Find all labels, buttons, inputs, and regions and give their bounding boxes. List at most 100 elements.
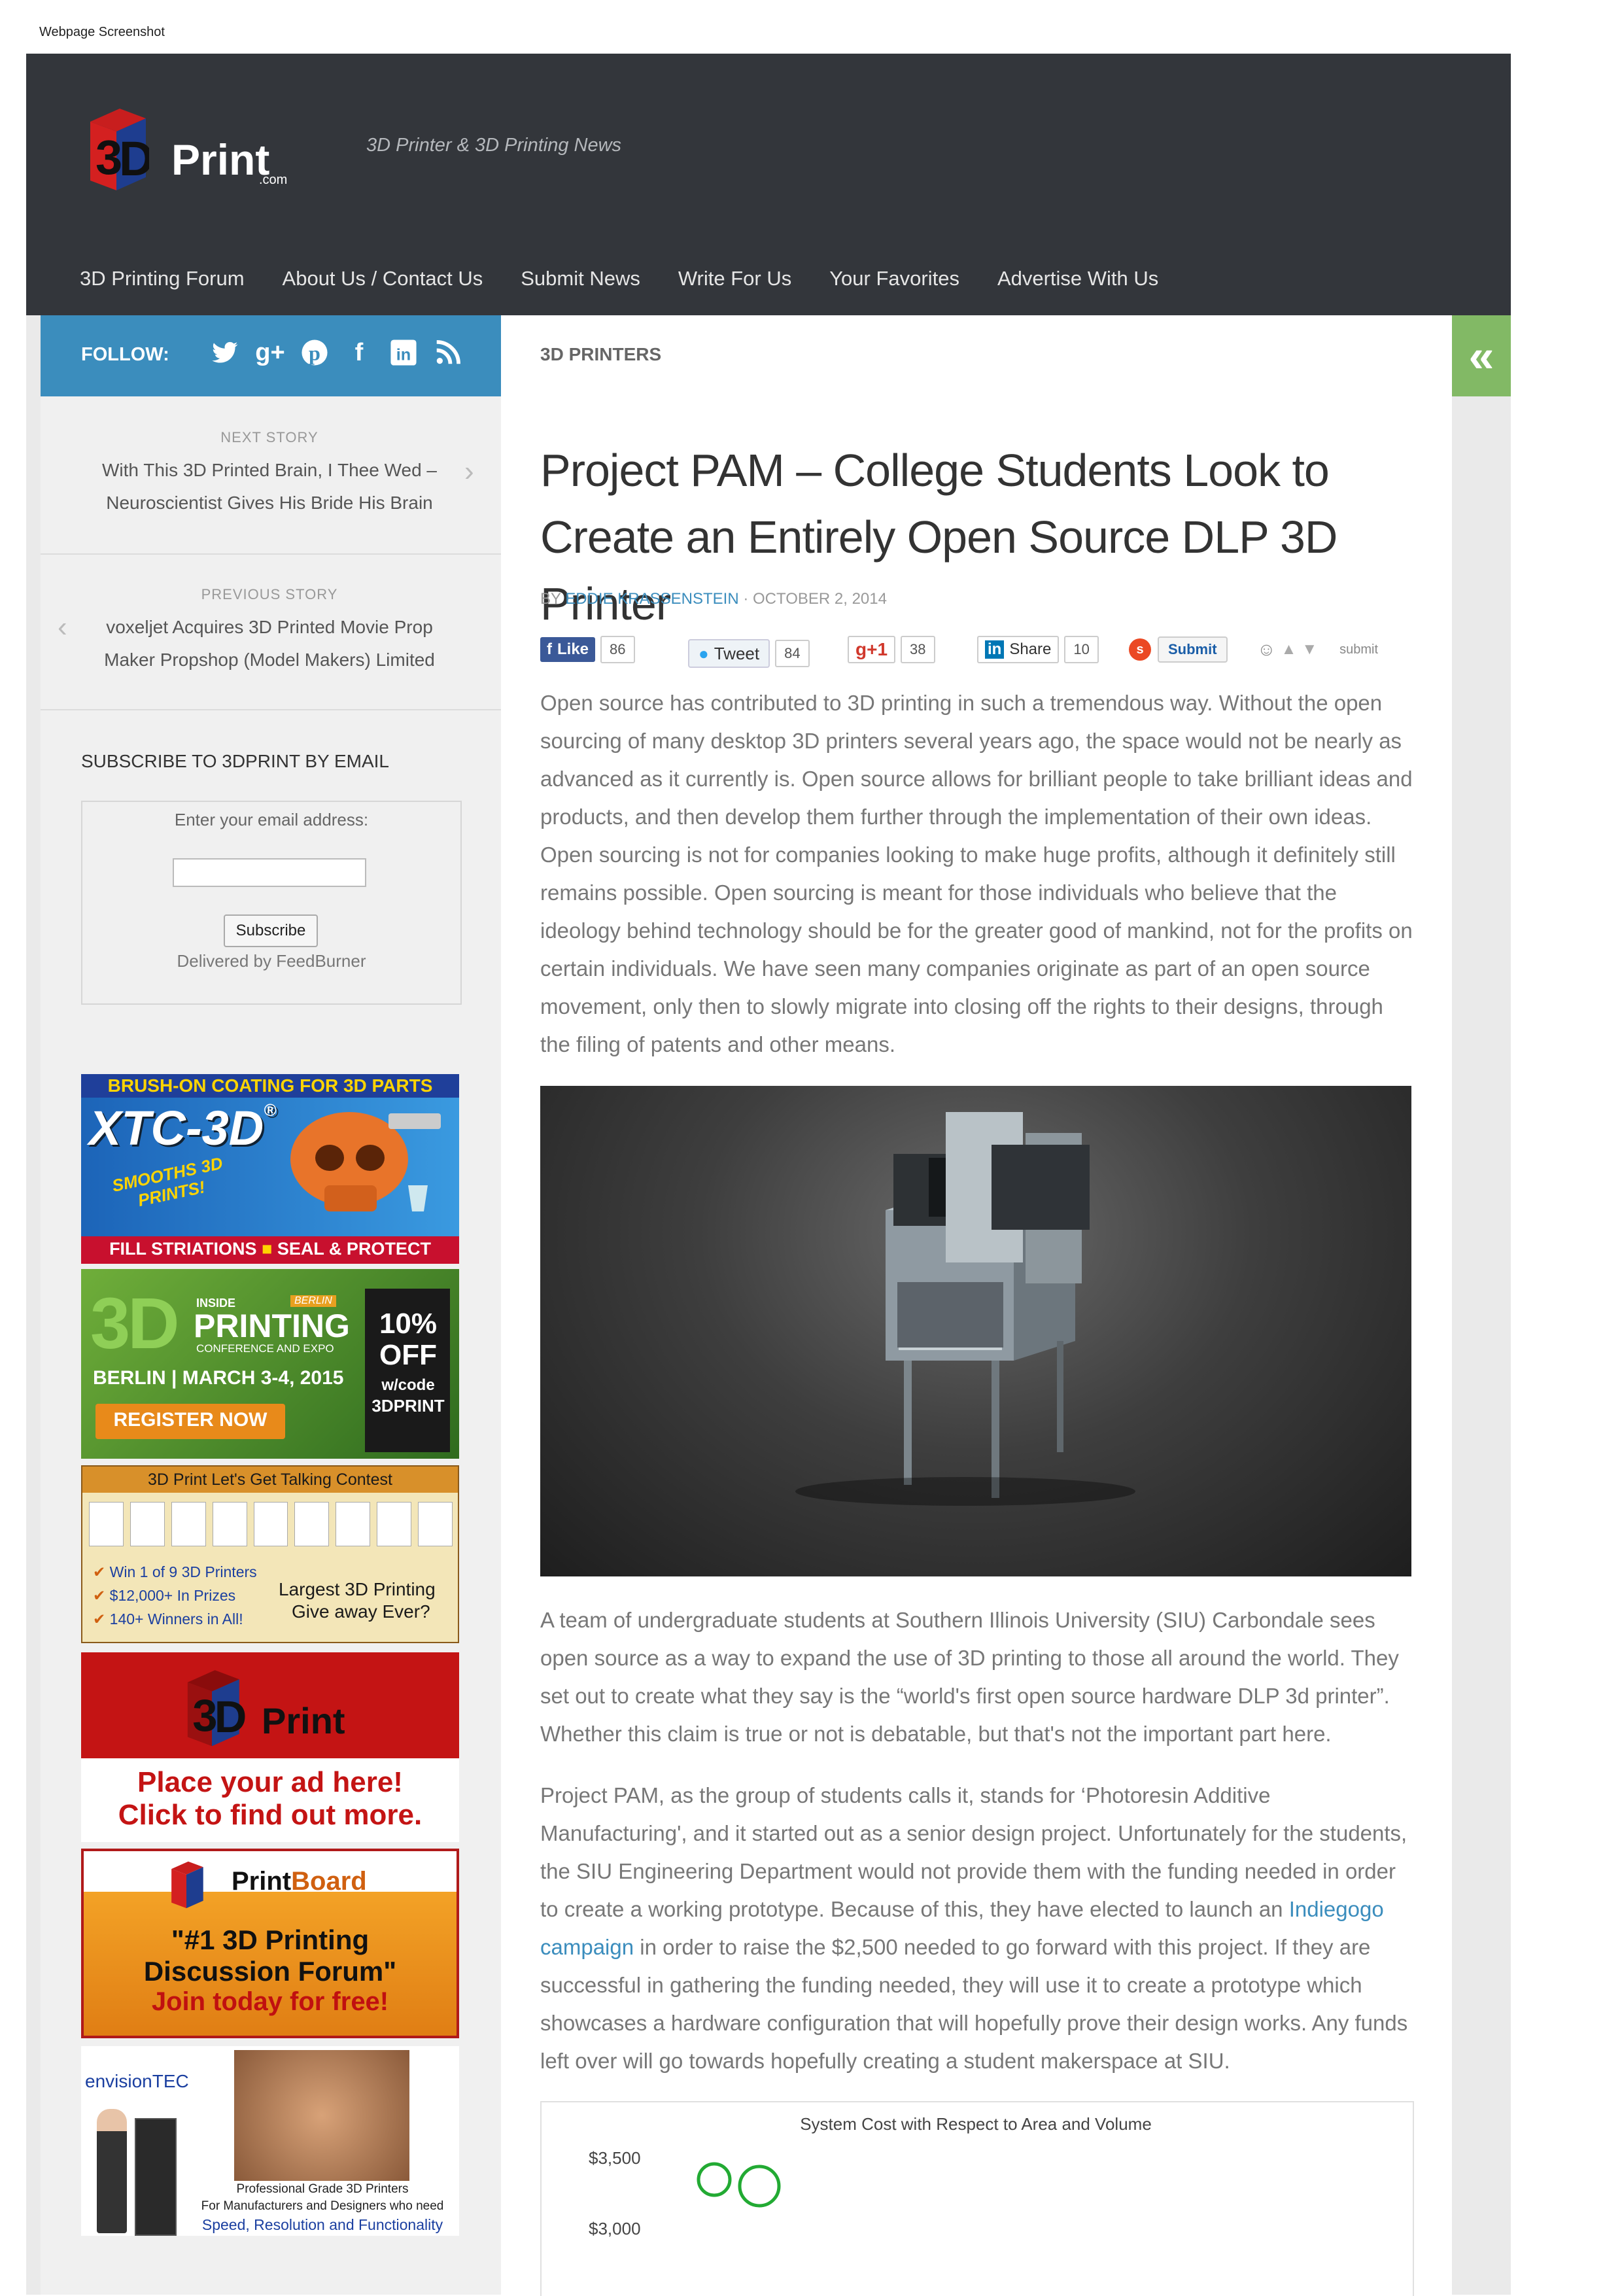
tweet-count: 84 — [775, 640, 810, 667]
site-tagline: 3D Printer & 3D Printing News — [366, 135, 622, 156]
dlp-printer-image — [795, 1112, 1135, 1506]
reddit-icon: ☺ — [1257, 639, 1276, 659]
byline: BY EDDIE KRASSENSTEIN · OCTOBER 2, 2014 — [540, 590, 887, 608]
google-plus-button[interactable]: g+1 38 — [848, 636, 935, 663]
nav-item-favorites[interactable]: Your Favorites — [829, 267, 959, 300]
prev-story-link[interactable]: voxeljet Acquires 3D Printed Movie Prop … — [99, 611, 440, 676]
ad-printboard-line3: Join today for free! — [151, 1987, 389, 2016]
ad-printboard-line1: "#1 3D Printing — [171, 1924, 370, 1955]
ad-place-line1: Place your ad here! — [137, 1766, 403, 1798]
nav-item-advertise[interactable]: Advertise With Us — [997, 267, 1158, 300]
svg-text:3: 3 — [95, 130, 122, 184]
nav-item-about[interactable]: About Us / Contact Us — [283, 267, 483, 300]
chart-title: System Cost with Respect to Area and Vol… — [800, 2114, 1152, 2134]
subscribe-title: SUBSCRIBE TO 3DPRINT BY EMAIL — [81, 751, 389, 771]
stumbleupon-submit-button[interactable]: s Submit — [1129, 636, 1228, 663]
downvote-icon: ▼ — [1302, 640, 1318, 658]
svg-text:p: p — [309, 341, 320, 365]
prev-story-label: PREVIOUS STORY — [201, 586, 338, 602]
stumbleupon-icon: s — [1129, 638, 1151, 661]
divider — [41, 553, 501, 555]
next-story-label: NEXT STORY — [220, 429, 319, 445]
ad-berlin-printing: PRINTING — [194, 1308, 350, 1344]
ad-printboard-logo-icon — [171, 1861, 203, 1909]
follow-label: FOLLOW: — [81, 344, 169, 365]
skull-icon — [290, 1112, 441, 1211]
ad-contest-title: 3D Print Let's Get Talking Contest — [148, 1470, 392, 1489]
svg-text:D: D — [215, 1692, 247, 1742]
ad-berlin-conf: CONFERENCE AND EXPO — [196, 1342, 334, 1355]
rss-icon[interactable] — [433, 338, 463, 368]
ad-env-line3: Speed, Resolution and Functionality — [201, 2216, 443, 2233]
twitter-icon[interactable] — [211, 338, 241, 368]
ad-berlin-register: REGISTER NOW — [113, 1409, 267, 1431]
ad-contest[interactable]: 3D Print Let's Get Talking Contest ✔ Win… — [81, 1465, 459, 1643]
share-bar: f Like 86 ● Tweet 84 g+1 38 in Share 10 s S… — [540, 636, 1410, 669]
subscribe-button[interactable]: Subscribe — [224, 914, 318, 947]
linkedin-share-button[interactable]: in Share 10 — [977, 636, 1099, 663]
ad-contest-line3: ✔ 140+ Winners in All! — [93, 1610, 243, 1627]
ad-inside-3d-printing[interactable]: 3D INSIDE BERLIN PRINTING CONFERENCE AND… — [81, 1269, 459, 1459]
ad-berlin-code2: 3DPRINT — [371, 1396, 445, 1416]
article-paragraph-2: A team of undergraduate students at Sout… — [540, 1608, 1399, 1746]
chart-marker — [697, 2162, 732, 2197]
ad-env-brand: envisionTEC — [85, 2071, 189, 2091]
ad-env-line1: Professional Grade 3D Printers — [236, 2182, 409, 2196]
site-logo-icon[interactable]: 3 D — [84, 102, 149, 194]
page-caption: Webpage Screenshot — [39, 25, 165, 39]
social-links: g+ p f in — [211, 338, 463, 368]
ad-contest-right2: Give away Ever? — [292, 1601, 430, 1622]
upvote-icon: ▲ — [1281, 640, 1297, 658]
twitter-icon: ● — [699, 643, 709, 663]
ad-xtc-brand: XTC-3D® — [89, 1100, 277, 1155]
nav-item-write-for-us[interactable]: Write For Us — [678, 267, 791, 300]
nav-item-submit-news[interactable]: Submit News — [521, 267, 640, 300]
pinterest-icon[interactable]: p — [300, 338, 330, 368]
ad-env-person — [97, 2109, 127, 2233]
sidebar-toggle-icon[interactable]: « — [1452, 315, 1511, 396]
ad-xtc-bottom: FILL STRIATIONS ■ SEAL & PROTECT — [109, 1239, 431, 1259]
linkedin-icon: in — [985, 640, 1005, 659]
svg-text:in: in — [396, 346, 411, 364]
ad-3dprint-logo-icon: 3 D — [187, 1670, 247, 1747]
ad-place-logo: Print — [262, 1700, 345, 1741]
chart-marker — [738, 2165, 781, 2208]
chevron-right-icon[interactable]: › — [464, 455, 474, 488]
ad-contest-right1: Largest 3D Printing — [279, 1579, 436, 1599]
facebook-like-count: 86 — [600, 636, 635, 663]
site-logo-text[interactable]: Print — [171, 135, 269, 184]
reddit-submit-button[interactable]: ☺ ▲ ▼ submit — [1257, 636, 1378, 663]
ad-xtc-top: BRUSH-ON COATING FOR 3D PARTS — [107, 1075, 433, 1096]
ad-printboard[interactable]: PrintBoard "#1 3D Printing Discussion Fo… — [81, 1849, 459, 2038]
ad-contest-line1: ✔ Win 1 of 9 3D Printers — [93, 1563, 257, 1580]
chevron-left-icon[interactable]: ‹ — [58, 611, 67, 644]
linkedin-count: 10 — [1064, 636, 1099, 663]
ad-contest-printers — [89, 1502, 453, 1546]
main-nav: 3D Printing Forum About Us / Contact Us … — [80, 267, 1196, 300]
svg-text:3: 3 — [192, 1690, 217, 1741]
email-field[interactable] — [173, 858, 366, 887]
linkedin-icon[interactable]: in — [388, 338, 419, 368]
google-plus-icon[interactable]: g+ — [255, 338, 285, 368]
y-tick-label: $3,000 — [589, 2219, 641, 2238]
y-tick-label: $3,500 — [589, 2148, 641, 2168]
ad-berlin-3d: 3D — [90, 1283, 180, 1364]
google-plus-count: 38 — [901, 636, 935, 663]
ad-envisiontec[interactable]: envisionTEC Professional Grade 3D Printe… — [81, 2046, 459, 2236]
feedburner-credit: Delivered by FeedBurner — [177, 951, 366, 971]
ad-printboard-line2: Discussion Forum" — [143, 1956, 397, 1987]
ad-berlin-dates: BERLIN | MARCH 3-4, 2015 — [93, 1367, 344, 1389]
chart-plot-area — [697, 2162, 781, 2208]
tweet-button[interactable]: ● Tweet 84 — [688, 639, 810, 668]
article-image — [540, 1086, 1411, 1576]
breadcrumb[interactable]: 3D PRINTERS — [540, 344, 661, 365]
next-story-link[interactable]: With This 3D Printed Brain, I Thee Wed –… — [99, 454, 440, 519]
facebook-like-button[interactable]: f Like 86 — [540, 636, 635, 663]
facebook-icon: f — [547, 640, 552, 658]
nav-item-forum[interactable]: 3D Printing Forum — [80, 267, 245, 300]
facebook-icon[interactable]: f — [344, 338, 374, 368]
author-link[interactable]: EDDIE KRASSENSTEIN — [565, 590, 738, 608]
subscribe-box — [81, 801, 462, 1005]
ad-place-your-ad[interactable]: 3 D Print Place your ad here! Click to f… — [81, 1652, 459, 1842]
ad-xtc3d[interactable]: BRUSH-ON COATING FOR 3D PARTS XTC-3D® SM… — [81, 1074, 459, 1264]
